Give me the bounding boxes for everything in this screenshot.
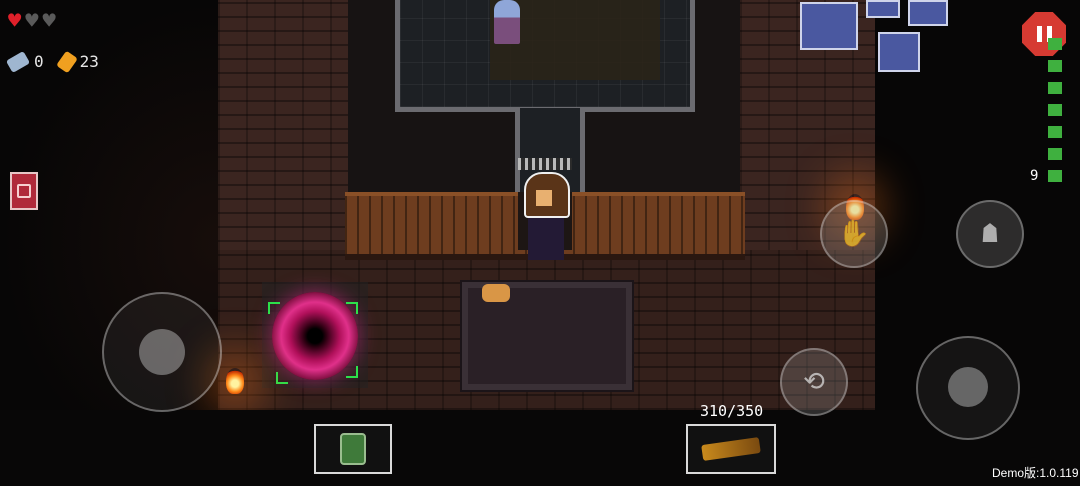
npc-character [494,0,520,44]
aim-joystick-knob[interactable] [948,367,988,407]
dog-companion [482,284,510,302]
move-joystick-knob[interactable] [139,329,185,375]
gun-icon [701,437,761,461]
darkness-bottom [0,410,1080,486]
active-item-slot[interactable] [314,424,392,474]
blanks-count: 0 [34,52,44,71]
portal-target-corner [268,302,280,314]
reload-icon: ⟲ [803,367,825,397]
heart-empty-icon: ♥ [42,9,56,34]
minimap[interactable] [800,0,950,74]
dodge-roll-icon: ☗ [982,219,998,249]
resource-counters: 0 23 [5,50,99,73]
player-body [528,218,564,260]
heart-full-icon: ♥ [8,9,22,34]
minimap-room [908,0,948,26]
version-label: Demo版:1.0.119 [992,466,1079,480]
blank-icon [5,50,31,73]
shells-count: 23 [79,52,99,71]
jar-item-icon [340,433,366,465]
interact-hand-icon: ✋ [837,219,871,249]
book-item-icon[interactable] [10,172,38,210]
minimap-room [866,0,900,18]
minimap-room-current [878,32,920,72]
floor-progress-track [1048,38,1062,188]
floor-number: 9 [1030,168,1039,184]
ammo-readout: 310/350 [700,402,764,420]
gate-bars [518,158,572,170]
shell-currency-icon [55,50,78,73]
wall-torch [226,368,244,394]
portal-target-corner [346,366,358,378]
minimap-room [800,2,858,50]
reload-button[interactable]: ⟲ [780,348,848,416]
interact-button[interactable]: ✋ [820,200,888,268]
portal-target-corner [276,372,288,384]
health-hearts: ♥ ♥ ♥ [8,10,56,34]
portal-target-corner [346,302,358,314]
dodge-roll-button[interactable]: ☗ [956,200,1024,268]
weapon-slot[interactable] [686,424,776,474]
heart-empty-icon: ♥ [25,9,39,34]
player-face [536,190,552,206]
